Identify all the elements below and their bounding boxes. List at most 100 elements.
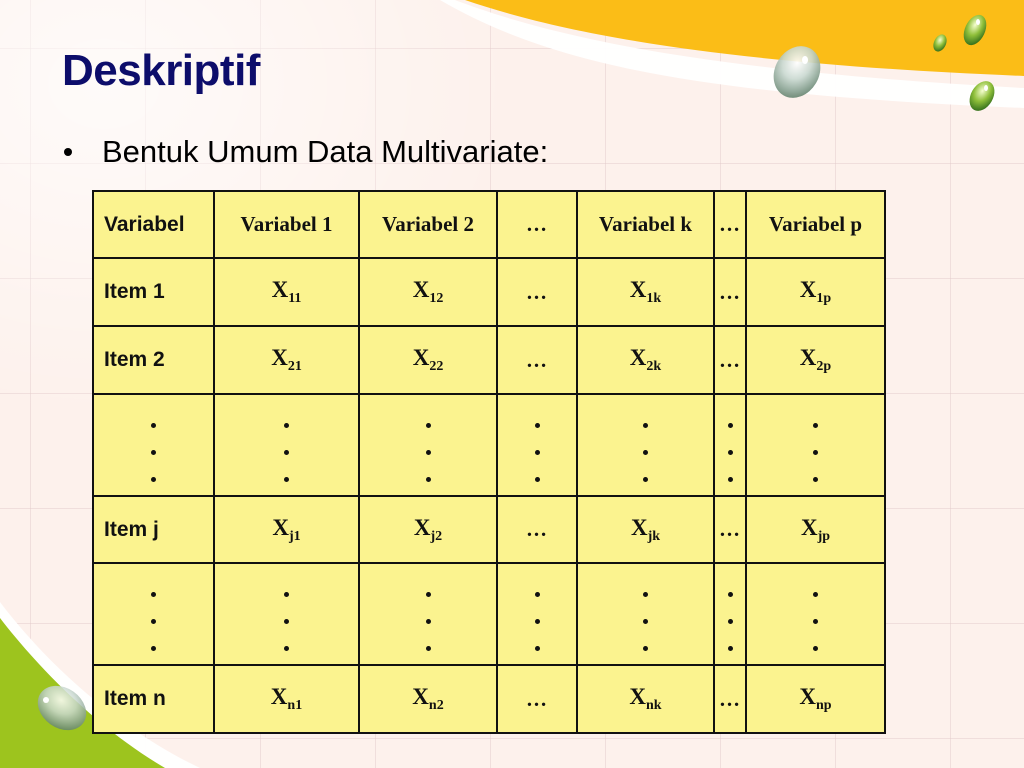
table-row: Item n Xn1 Xn2… Xnk… Xnp (92, 664, 886, 734)
header-cell: Variabel 2 (358, 190, 498, 259)
value-cell: Xj1 (213, 495, 360, 564)
row-label: Item 1 (92, 257, 215, 327)
vertical-ellipsis-icon (813, 422, 818, 482)
value-subscript: 22 (429, 359, 444, 374)
vertical-ellipsis-icon (151, 591, 156, 651)
vertical-ellipsis-icon (643, 591, 648, 651)
vertical-ellipsis-cell (713, 393, 747, 497)
vertical-ellipsis-cell (745, 393, 886, 497)
value-symbol: X (799, 277, 817, 302)
value-cell: Xn2 (358, 664, 498, 734)
multivariate-data-table: Variabel Variabel 1 Variabel 2… Variabel k…… (92, 190, 886, 734)
vertical-ellipsis-cell (576, 562, 715, 666)
ellipsis-cell: … (713, 325, 747, 395)
value-cell: X21 (213, 325, 360, 395)
table-row (92, 393, 886, 497)
ellipsis-cell: … (713, 664, 747, 734)
value-cell: Xjk (576, 495, 715, 564)
header-cell: Variabel p (745, 190, 886, 259)
vertical-ellipsis-icon (425, 422, 431, 482)
vertical-ellipsis-icon (727, 591, 733, 651)
header-cell: … (496, 190, 578, 259)
value-subscript: jk (647, 528, 661, 544)
vertical-ellipsis-cell (213, 393, 360, 497)
value-subscript: 1p (816, 291, 832, 306)
value-symbol: X (271, 277, 289, 302)
ellipsis-cell: … (496, 495, 578, 564)
value-cell: X12 (358, 257, 498, 327)
vertical-ellipsis-icon (727, 422, 733, 482)
ellipsis-cell: … (713, 257, 747, 327)
value-symbol: X (271, 345, 288, 370)
value-cell: X11 (213, 257, 360, 327)
row-label: Item n (92, 664, 215, 734)
vertical-ellipsis-cell (358, 562, 498, 666)
value-cell: X2k (576, 325, 715, 395)
value-cell: Xj2 (358, 495, 498, 564)
value-subscript: 12 (429, 291, 444, 306)
vertical-ellipsis-icon (425, 591, 431, 651)
ellipsis-cell: … (496, 325, 578, 395)
value-symbol: X (412, 277, 430, 302)
slide-title: Deskriptif (62, 46, 260, 95)
value-symbol: X (799, 345, 817, 370)
value-subscript: 2k (646, 359, 662, 374)
row-label: Item j (92, 495, 215, 564)
header-cell-label: Variabel (92, 190, 215, 259)
value-symbol: X (630, 514, 648, 540)
vertical-ellipsis-icon (534, 591, 540, 651)
value-cell: X1p (745, 257, 886, 327)
table-header-row: Variabel Variabel 1 Variabel 2… Variabel k…… (92, 190, 886, 259)
value-subscript: j2 (430, 528, 443, 544)
value-subscript: 11 (288, 291, 302, 306)
value-subscript: np (816, 698, 832, 713)
bullet-text: Bentuk Umum Data Multivariate: (102, 134, 549, 169)
vertical-ellipsis-cell (92, 562, 215, 666)
value-cell: Xnp (745, 664, 886, 734)
value-symbol: X (272, 514, 289, 540)
value-symbol: X (412, 345, 430, 370)
value-symbol: X (629, 277, 647, 302)
value-subscript: n1 (287, 698, 303, 713)
table-row: Item j Xj1 Xj2… Xjk… Xjp (92, 495, 886, 564)
vertical-ellipsis-icon (284, 591, 289, 651)
value-symbol: X (799, 684, 817, 709)
value-subscript: 21 (287, 359, 302, 374)
bullet-item: Bentuk Umum Data Multivariate: (62, 134, 548, 170)
header-cell: … (713, 190, 747, 259)
header-cell: Variabel 1 (213, 190, 360, 259)
vertical-ellipsis-icon (534, 422, 540, 482)
table-row: Item 2 X21 X22… X2k… X2p (92, 325, 886, 395)
value-cell: X2p (745, 325, 886, 395)
row-label: Item 2 (92, 325, 215, 395)
table-row (92, 562, 886, 666)
vertical-ellipsis-cell (576, 393, 715, 497)
value-subscript: 1k (646, 291, 662, 306)
value-cell: Xn1 (213, 664, 360, 734)
vertical-ellipsis-icon (151, 422, 156, 482)
table-row: Item 1 X11 X12… X1k… X1p (92, 257, 886, 327)
value-subscript: nk (646, 698, 662, 713)
value-subscript: 2p (816, 359, 832, 374)
vertical-ellipsis-cell (745, 562, 886, 666)
vertical-ellipsis-cell (713, 562, 747, 666)
value-symbol: X (629, 345, 647, 370)
value-subscript: j1 (288, 528, 301, 544)
value-subscript: n2 (428, 698, 444, 713)
vertical-ellipsis-cell (92, 393, 215, 497)
value-cell: Xjp (745, 495, 886, 564)
vertical-ellipsis-icon (284, 422, 289, 482)
vertical-ellipsis-icon (813, 591, 818, 651)
ellipsis-cell: … (496, 664, 578, 734)
value-subscript: jp (817, 528, 831, 544)
ellipsis-cell: … (496, 257, 578, 327)
value-cell: Xnk (576, 664, 715, 734)
value-cell: X1k (576, 257, 715, 327)
header-cell: Variabel k (576, 190, 715, 259)
bullet-dot-icon (64, 148, 72, 156)
ellipsis-cell: … (713, 495, 747, 564)
value-symbol: X (413, 514, 431, 540)
vertical-ellipsis-cell (213, 562, 360, 666)
value-symbol: X (629, 684, 647, 709)
value-symbol: X (270, 684, 288, 709)
